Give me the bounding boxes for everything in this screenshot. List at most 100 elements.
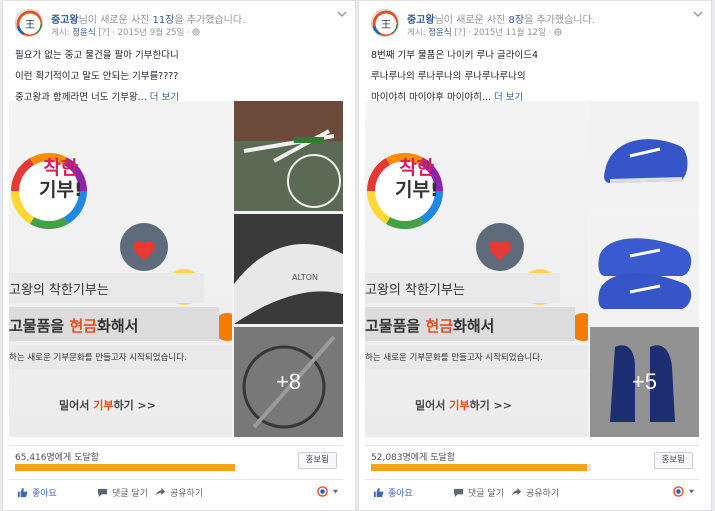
post-date[interactable]: [?] · 2015년 11월 12일 · [454,28,551,38]
reach-progress [15,464,235,471]
post-date[interactable]: [?] · 2015년 9월 25일 · [98,28,189,38]
photo-thumbnail[interactable]: +5 [590,327,699,437]
reach-text[interactable]: 52,083명에게 도달함 [371,450,455,463]
main-photo[interactable]: 착한 기부! 고왕의 착한기부는 고물품을 현금화해서 하는 새로운 기부문화를… [9,101,232,437]
banner-line-1: 고왕의 착한기부는 [9,283,109,298]
logo-text: 착한 기부! [39,157,83,201]
comment-icon [97,488,108,498]
chevron-down-icon[interactable] [693,9,703,19]
audience-selector[interactable] [673,486,695,498]
photo-count-link[interactable]: 8장 [509,15,525,26]
banner-line-3: 하는 새로운 기부문화를 만들고자 시작되었습니다. [9,353,187,363]
action-bar: 좋아요 댓글 달기 공유하기 [9,479,343,505]
header-line: 중고왕님이 새로운 사진 8장을 추가했습니다. [407,11,595,26]
comment-button[interactable]: 댓글 달기 [453,486,504,499]
share-arrow-icon [511,487,522,497]
post-card: 王 중고왕님이 새로운 사진 11장을 추가했습니다. 게시: 정윤식 [?] … [2,0,356,511]
banner-text: 기부 [93,399,114,412]
comment-label: 댓글 달기 [468,489,504,499]
photo-thumbnail[interactable]: ALTON [234,214,343,324]
post-meta: 게시: 정윤식 [?] · 2015년 11월 12일 · [407,26,562,38]
share-button[interactable]: 공유하기 [511,486,559,499]
globe-icon [192,28,201,36]
thumbs-up-icon [373,487,384,498]
banner-line-2: 고물품을 현금화해서 [365,315,494,336]
share-button[interactable]: 공유하기 [155,486,203,499]
banner-cta: 밀어서 기부하기 >> [415,397,512,413]
like-button[interactable]: 좋아요 [373,486,413,499]
banner-graphic [9,152,232,369]
banner-text: 기부 [449,399,470,412]
reach-progress-fill [15,464,235,471]
post-text-line: 이런 획기적이고 말도 안되는 기부를???? [15,71,179,82]
banner-text: 화해서 [453,317,495,335]
header-text: 님이 새로운 사진 [78,15,153,26]
banner-text: 하기 >> [469,399,512,412]
reach-bar-section: 52,083명에게 도달함 홍보됨 [365,445,699,475]
photo-count-link[interactable]: 11장 [153,15,175,26]
photo-thumbnail[interactable] [234,101,343,211]
reach-text[interactable]: 65,416명에게 도달함 [15,450,99,463]
header-line: 중고왕님이 새로운 사진 11장을 추가했습니다. [51,11,245,26]
comment-icon [453,488,464,498]
page-name-link[interactable]: 중고왕 [407,15,435,26]
banner-text: 하기 >> [113,399,156,412]
post-text: 필요가 없는 중고 물건을 팔아 기부한다니 이런 획기적이고 말도 안되는 기… [15,45,345,108]
logo-line-2: 기부! [395,179,439,201]
reach-progress [371,464,591,471]
globe-icon [317,486,328,497]
posted-by-label: 게시: [407,28,426,38]
share-label: 공유하기 [170,489,204,499]
photo-grid: 착한 기부! 고왕의 착한기부는 고물품을 현금화해서 하는 새로운 기부문화를… [365,101,699,437]
page-avatar[interactable]: 王 [371,9,399,37]
post-text-line: 필요가 없는 중고 물건을 팔아 기부한다니 [15,50,179,61]
boost-button[interactable]: 홍보됨 [653,452,693,469]
comment-button[interactable]: 댓글 달기 [97,486,148,499]
thumbnail-column: ALTON +8 [234,101,343,437]
banner-text: 밀어서 [59,399,94,412]
banner-text: 화해서 [97,317,139,335]
author-link[interactable]: 정윤식 [72,28,95,38]
banner-line-2: 고물품을 현금화해서 [9,315,138,336]
chevron-down-icon[interactable] [337,9,347,19]
photo-thumbnail[interactable] [590,101,699,211]
logo-line-2: 기부! [39,179,83,201]
like-button[interactable]: 좋아요 [17,486,57,499]
banner-cta: 밀어서 기부하기 >> [59,397,156,413]
posted-by-label: 게시: [51,28,70,38]
boost-button[interactable]: 홍보됨 [297,452,337,469]
photo-grid: 착한 기부! 고왕의 착한기부는 고물품을 현금화해서 하는 새로운 기부문화를… [9,101,343,437]
share-arrow-icon [155,487,166,497]
post-text: 8번째 기부 물품은 나이키 루나 글라이드4 루나루나의 루나루나의 루나루나… [371,45,701,108]
banner-text: 을 [406,317,426,335]
audience-selector[interactable] [317,486,339,498]
share-label: 공유하기 [526,489,560,499]
photo-thumbnail[interactable]: +8 [234,327,343,437]
globe-icon [673,486,684,497]
photo-thumbnail[interactable] [590,214,699,324]
chevron-down-icon [332,489,339,494]
banner-line-1: 고왕의 착한기부는 [365,283,465,298]
header-text: 님이 새로운 사진 [434,15,509,26]
logo-line-1: 착한 [43,157,79,179]
author-link[interactable]: 정윤식 [428,28,451,38]
page-name-link[interactable]: 중고왕 [51,15,79,26]
thumbnail-column: +5 [590,101,699,437]
more-photos-overlay[interactable]: +5 [590,327,699,437]
like-label: 좋아요 [388,489,413,499]
thumbnail-brand-text: ALTON [292,273,318,282]
chevron-down-icon [688,489,695,494]
post-card: 王 중고왕님이 새로운 사진 8장을 추가했습니다. 게시: 정윤식 [?] ·… [358,0,712,511]
banner-text: 현금 [425,317,454,335]
like-label: 좋아요 [32,489,57,499]
logo-text: 착한 기부! [395,157,439,201]
banner-text: 고물품 [365,317,407,335]
header-text: 을 추가했습니다. [174,15,246,26]
banner-graphic [365,152,588,369]
main-photo[interactable]: 착한 기부! 고왕의 착한기부는 고물품을 현금화해서 하는 새로운 기부문화를… [365,101,588,437]
action-bar: 좋아요 댓글 달기 공유하기 [365,479,699,505]
page-avatar[interactable]: 王 [15,9,43,37]
banner-text: 을 [50,317,70,335]
svg-text:王: 王 [381,20,391,31]
more-photos-overlay[interactable]: +8 [234,327,343,437]
